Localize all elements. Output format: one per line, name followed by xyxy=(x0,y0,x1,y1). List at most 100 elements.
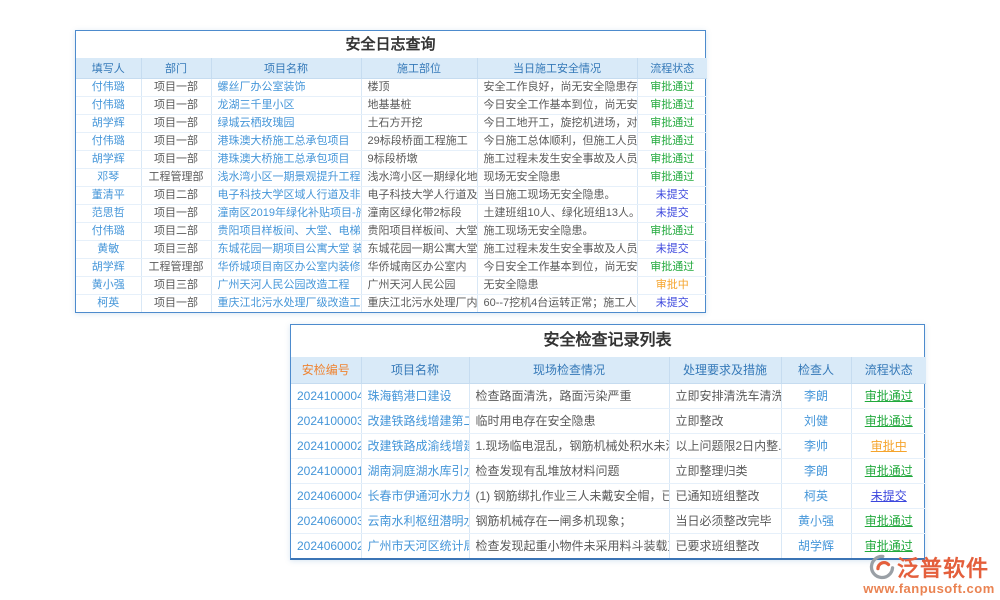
dept-cell: 项目二部 xyxy=(141,186,211,204)
project-cell[interactable]: 云南水利枢纽潜明水库一期... xyxy=(361,508,469,533)
project-cell[interactable]: 龙湖三千里小区 xyxy=(211,96,361,114)
project-cell[interactable]: 重庆江北污水处理厂级改造工程-道路修复 xyxy=(211,294,361,312)
id-cell[interactable]: 2024100001 xyxy=(291,458,361,483)
status-cell[interactable]: 审批通过 xyxy=(637,150,707,168)
table-row: 董清平项目二部电子科技大学区域人行道及非机动车道工程电子科技大学人行道及非...… xyxy=(76,186,707,204)
project-cell[interactable]: 浅水湾小区一期景观提升工程施工 xyxy=(211,168,361,186)
dept-cell: 项目一部 xyxy=(141,294,211,312)
status-cell[interactable]: 审批通过 xyxy=(637,222,707,240)
situation-cell: 今日安全工作基本到位，尚无安全隐患... xyxy=(477,258,637,276)
id-cell[interactable]: 2024060002 xyxy=(291,533,361,558)
project-cell[interactable]: 改建铁路线增建第二线直通... xyxy=(361,408,469,433)
project-cell[interactable]: 珠海鹤港口建设 xyxy=(361,383,469,408)
column-header-status[interactable]: 流程状态 xyxy=(851,357,926,383)
status-cell[interactable]: 未提交 xyxy=(637,294,707,312)
dept-cell: 工程管理部 xyxy=(141,258,211,276)
writer-cell[interactable]: 邓琴 xyxy=(76,168,141,186)
project-cell[interactable]: 广州天河人民公园改造工程 xyxy=(211,276,361,294)
column-header-status: 流程状态 xyxy=(637,58,707,78)
project-cell[interactable]: 长春市伊通河水力发电厂改... xyxy=(361,483,469,508)
inspector-cell[interactable]: 李朗 xyxy=(781,458,851,483)
writer-cell[interactable]: 付伟璐 xyxy=(76,222,141,240)
status-cell[interactable]: 审批通过 xyxy=(637,114,707,132)
project-cell[interactable]: 贵阳项目样板间、大堂、电梯厅装修工程 xyxy=(211,222,361,240)
inspector-cell[interactable]: 刘健 xyxy=(781,408,851,433)
inspector-cell[interactable]: 柯英 xyxy=(781,483,851,508)
project-cell[interactable]: 潼南区2019年绿化补贴项目-施工2标段 xyxy=(211,204,361,222)
table-row: 胡学辉项目一部港珠澳大桥施工总承包项目9标段桥墩施工过程未发生安全事故及人员受伤… xyxy=(76,150,707,168)
status-cell[interactable]: 未提交 xyxy=(637,240,707,258)
writer-cell[interactable]: 柯英 xyxy=(76,294,141,312)
location-cell: 华侨城南区办公室内 xyxy=(361,258,477,276)
writer-cell[interactable]: 胡学辉 xyxy=(76,150,141,168)
id-cell[interactable]: 2024100002 xyxy=(291,433,361,458)
id-cell[interactable]: 2024100004 xyxy=(291,383,361,408)
status-cell[interactable]: 审批通过 xyxy=(851,408,926,433)
situation-cell: 现场无安全隐患 xyxy=(477,168,637,186)
writer-cell[interactable]: 付伟璐 xyxy=(76,78,141,96)
column-header-id[interactable]: 安检编号 xyxy=(291,357,361,383)
dept-cell: 工程管理部 xyxy=(141,168,211,186)
status-cell[interactable]: 未提交 xyxy=(637,186,707,204)
writer-cell[interactable]: 董清平 xyxy=(76,186,141,204)
writer-cell[interactable]: 黄敏 xyxy=(76,240,141,258)
project-cell[interactable]: 绿城云栖玫瑰园 xyxy=(211,114,361,132)
column-header-project[interactable]: 项目名称 xyxy=(361,357,469,383)
column-header-finding[interactable]: 现场检查情况 xyxy=(469,357,669,383)
writer-cell[interactable]: 范思哲 xyxy=(76,204,141,222)
status-cell[interactable]: 审批通过 xyxy=(851,508,926,533)
location-cell: 土石方开挖 xyxy=(361,114,477,132)
status-cell[interactable]: 审批通过 xyxy=(637,96,707,114)
fanpu-watermark: 泛普软件 www.fanpusoft.com xyxy=(860,551,998,596)
writer-cell[interactable]: 付伟璐 xyxy=(76,96,141,114)
table-row: 2024100003改建铁路线增建第二线直通...临时用电存在安全隐患立即整改刘… xyxy=(291,408,926,433)
inspector-cell[interactable]: 胡学辉 xyxy=(781,533,851,558)
writer-cell[interactable]: 胡学辉 xyxy=(76,114,141,132)
brand-name: 泛普软件 xyxy=(897,551,989,583)
project-cell[interactable]: 华侨城项目南区办公室内装修工程 xyxy=(211,258,361,276)
id-cell[interactable]: 2024060004 xyxy=(291,483,361,508)
project-cell[interactable]: 改建铁路成渝线增建第二直... xyxy=(361,433,469,458)
project-cell[interactable]: 港珠澳大桥施工总承包项目 xyxy=(211,150,361,168)
status-cell[interactable]: 审批通过 xyxy=(637,258,707,276)
status-cell[interactable]: 审批通过 xyxy=(851,458,926,483)
status-cell[interactable]: 审批中 xyxy=(637,276,707,294)
project-cell[interactable]: 湖南洞庭湖水库引水工程施... xyxy=(361,458,469,483)
column-header-writer: 填写人 xyxy=(76,58,141,78)
status-cell[interactable]: 审批通过 xyxy=(637,168,707,186)
table-row: 2024100004珠海鹤港口建设检查路面清洗，路面污染严重立即安排清洗车清洗李… xyxy=(291,383,926,408)
dept-cell: 项目一部 xyxy=(141,150,211,168)
status-cell[interactable]: 未提交 xyxy=(637,204,707,222)
inspector-cell[interactable]: 黄小强 xyxy=(781,508,851,533)
finding-cell: 1.现场临电混乱，钢筋机械处积水未清理；2... xyxy=(469,433,669,458)
status-cell[interactable]: 审批通过 xyxy=(637,132,707,150)
column-header-action[interactable]: 处理要求及措施 xyxy=(669,357,781,383)
writer-cell[interactable]: 黄小强 xyxy=(76,276,141,294)
status-cell[interactable]: 审批通过 xyxy=(637,78,707,96)
column-header-inspector[interactable]: 检查人 xyxy=(781,357,851,383)
project-cell[interactable]: 东城花园一期项目公寓大堂 装饰工程 xyxy=(211,240,361,258)
project-cell[interactable]: 港珠澳大桥施工总承包项目 xyxy=(211,132,361,150)
status-cell[interactable]: 审批中 xyxy=(851,433,926,458)
column-header-situation: 当日施工安全情况 xyxy=(477,58,637,78)
project-cell[interactable]: 电子科技大学区域人行道及非机动车道工程 xyxy=(211,186,361,204)
safety-log-table: 安全日志查询 填写人部门项目名称施工部位当日施工安全情况流程状态 付伟璐项目一部… xyxy=(75,30,706,313)
inspector-cell[interactable]: 李帅 xyxy=(781,433,851,458)
table-row: 2024060003云南水利枢纽潜明水库一期...钢筋机械存在一闸多机现象；当日… xyxy=(291,508,926,533)
project-cell[interactable]: 广州市天河区统计局机房改... xyxy=(361,533,469,558)
inspector-cell[interactable]: 李朗 xyxy=(781,383,851,408)
dept-cell: 项目三部 xyxy=(141,240,211,258)
writer-cell[interactable]: 胡学辉 xyxy=(76,258,141,276)
situation-cell: 施工过程未发生安全事故及人员受伤情况 xyxy=(477,150,637,168)
status-cell[interactable]: 未提交 xyxy=(851,483,926,508)
project-cell[interactable]: 螺丝厂办公室装饰 xyxy=(211,78,361,96)
status-cell[interactable]: 审批通过 xyxy=(851,383,926,408)
id-cell[interactable]: 2024100003 xyxy=(291,408,361,433)
column-header-project: 项目名称 xyxy=(211,58,361,78)
writer-cell[interactable]: 付伟璐 xyxy=(76,132,141,150)
location-cell: 电子科技大学人行道及非... xyxy=(361,186,477,204)
finding-cell: (1) 钢筋绑扎作业三人未戴安全帽，已通知... xyxy=(469,483,669,508)
table-row: 范思哲项目一部潼南区2019年绿化补贴项目-施工2标段潼南区绿化带2标段土建班组… xyxy=(76,204,707,222)
id-cell[interactable]: 2024060003 xyxy=(291,508,361,533)
finding-cell: 检查路面清洗，路面污染严重 xyxy=(469,383,669,408)
